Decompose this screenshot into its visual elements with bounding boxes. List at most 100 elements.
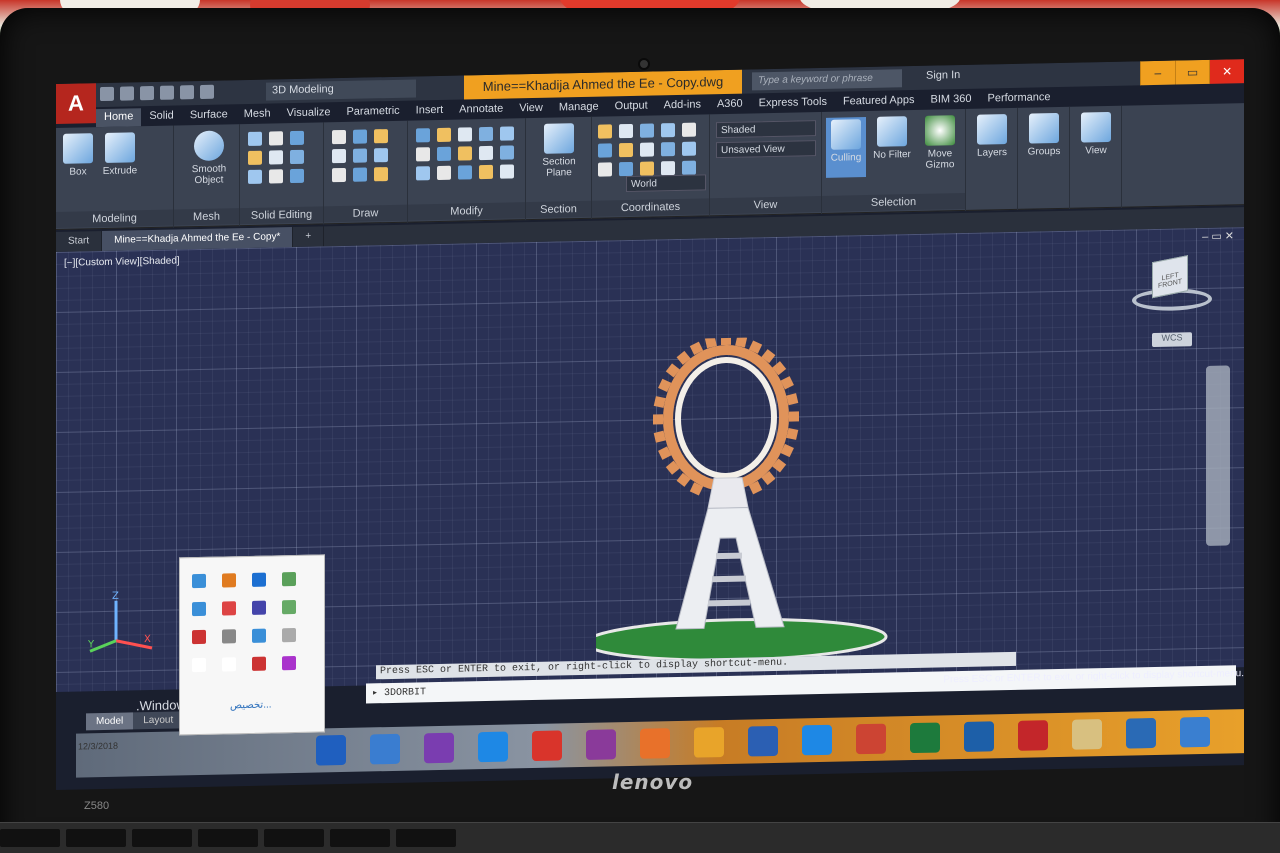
tray-app-icon[interactable] (252, 600, 266, 615)
layout-tab[interactable]: Layout (133, 711, 184, 730)
ribbon-tab-bim-360[interactable]: BIM 360 (923, 91, 980, 110)
move-gizmo-button[interactable]: Move Gizmo (918, 115, 962, 171)
tool-icon[interactable] (269, 150, 283, 165)
ribbon-tab-express-tools[interactable]: Express Tools (751, 94, 835, 114)
ribbon-tab-home[interactable]: Home (96, 108, 142, 128)
tool-icon[interactable] (500, 126, 514, 141)
tool-icon[interactable] (598, 124, 612, 139)
ribbon-tab-insert[interactable]: Insert (408, 102, 452, 121)
search-icon[interactable] (694, 727, 724, 758)
photos-icon[interactable] (370, 733, 400, 765)
tray-app-icon[interactable] (222, 657, 236, 672)
tool-icon[interactable] (640, 142, 654, 157)
minimize-button[interactable]: – (1140, 60, 1175, 86)
named-view-dropdown[interactable]: Unsaved View (716, 140, 816, 159)
media-player-icon[interactable] (1126, 717, 1156, 749)
tool-icon[interactable] (416, 166, 430, 181)
tool-icon[interactable] (619, 142, 633, 158)
tool-icon[interactable] (374, 167, 388, 182)
close-button[interactable]: ✕ (1209, 59, 1244, 84)
tool-icon[interactable] (374, 129, 388, 144)
box-button[interactable]: Box (58, 133, 98, 178)
tool-icon[interactable] (598, 143, 612, 158)
tool-icon[interactable] (248, 169, 262, 184)
culling-button[interactable]: Culling (826, 117, 866, 178)
groups-button[interactable]: Groups (1024, 112, 1064, 158)
photoshop-icon[interactable] (964, 721, 994, 752)
windows-icon[interactable] (1180, 716, 1210, 748)
tray-app-icon[interactable] (192, 573, 206, 589)
view-button[interactable]: View (1076, 111, 1116, 157)
tool-icon[interactable] (248, 131, 262, 146)
ribbon-tab-solid[interactable]: Solid (141, 107, 181, 126)
wcs-menu[interactable]: WCS (1152, 332, 1192, 348)
tool-icon[interactable] (682, 122, 696, 137)
tray-app-icon[interactable] (192, 657, 206, 673)
ucs-dropdown[interactable]: World (626, 174, 706, 193)
tool-icon[interactable] (500, 164, 514, 179)
ribbon-tab-add-ins[interactable]: Add-ins (656, 96, 709, 115)
pdf-icon[interactable] (424, 732, 454, 764)
bluetooth-icon[interactable] (316, 734, 346, 766)
tray-app-icon[interactable] (282, 599, 296, 615)
tool-icon[interactable] (598, 162, 612, 177)
viewport-controls[interactable]: – ▭ ✕ (1202, 229, 1234, 243)
tray-app-icon[interactable] (252, 628, 266, 643)
autocad-app-menu-icon[interactable]: A (56, 83, 96, 124)
tool-icon[interactable] (290, 168, 304, 184)
restore-button[interactable]: ▭ (1174, 59, 1210, 85)
tool-icon[interactable] (661, 161, 675, 176)
navigation-bar[interactable] (1206, 365, 1230, 546)
workspace-switcher[interactable]: 3D Modeling (266, 79, 416, 101)
tool-icon[interactable] (640, 123, 654, 138)
word-icon[interactable] (748, 725, 778, 757)
ribbon-tab-surface[interactable]: Surface (182, 106, 236, 125)
tool-icon[interactable] (682, 160, 696, 175)
customize-link[interactable]: تخصيص... (230, 699, 272, 711)
tool-icon[interactable] (479, 145, 493, 161)
tool-icon[interactable] (437, 146, 451, 162)
tray-app-icon[interactable] (282, 627, 296, 643)
ribbon-tab-performance[interactable]: Performance (979, 89, 1058, 109)
autocad-icon[interactable] (532, 730, 562, 762)
tool-icon[interactable] (682, 141, 696, 156)
ribbon-tab-annotate[interactable]: Annotate (451, 100, 511, 119)
tool-icon[interactable] (437, 165, 451, 181)
tray-app-icon[interactable] (192, 601, 206, 617)
tool-icon[interactable] (332, 167, 346, 183)
tray-app-icon[interactable] (222, 629, 236, 644)
tool-icon[interactable] (416, 128, 430, 143)
zip-icon[interactable] (1018, 720, 1048, 751)
sign-in-button[interactable]: Sign In (926, 69, 960, 82)
tool-icon[interactable] (458, 127, 472, 142)
search-input[interactable]: Type a keyword or phrase (752, 69, 902, 91)
tool-icon[interactable] (353, 148, 367, 163)
taskbar-clock[interactable]: 12/3/2018 (78, 740, 148, 752)
tool-icon[interactable] (619, 123, 633, 139)
tray-app-icon[interactable] (192, 629, 206, 645)
tray-app-icon[interactable] (282, 655, 296, 671)
tool-icon[interactable] (290, 130, 304, 146)
tool-icon[interactable] (248, 150, 262, 165)
layers-button[interactable]: Layers (972, 114, 1012, 159)
tool-icon[interactable] (374, 148, 388, 163)
section-plane-button[interactable]: Section Plane (536, 123, 582, 179)
save-icon[interactable] (140, 85, 154, 101)
open-file-icon[interactable] (120, 86, 134, 101)
tool-icon[interactable] (332, 148, 346, 164)
new-file-icon[interactable] (100, 86, 114, 102)
tray-app-icon[interactable] (252, 572, 266, 587)
tool-icon[interactable] (332, 129, 346, 145)
tool-icon[interactable] (353, 167, 367, 182)
tool-icon[interactable] (661, 123, 675, 138)
tool-icon[interactable] (479, 164, 493, 180)
ribbon-tab-visualize[interactable]: Visualize (279, 104, 339, 123)
tool-icon[interactable] (458, 146, 472, 161)
tool-icon[interactable] (269, 169, 283, 184)
no-filter-button[interactable]: No Filter (870, 116, 914, 161)
excel-icon[interactable] (910, 722, 940, 754)
print-icon[interactable] (160, 85, 174, 100)
tool-icon[interactable] (269, 131, 283, 146)
tray-app-icon[interactable] (282, 571, 296, 587)
ribbon-tab-mesh[interactable]: Mesh (236, 105, 279, 124)
